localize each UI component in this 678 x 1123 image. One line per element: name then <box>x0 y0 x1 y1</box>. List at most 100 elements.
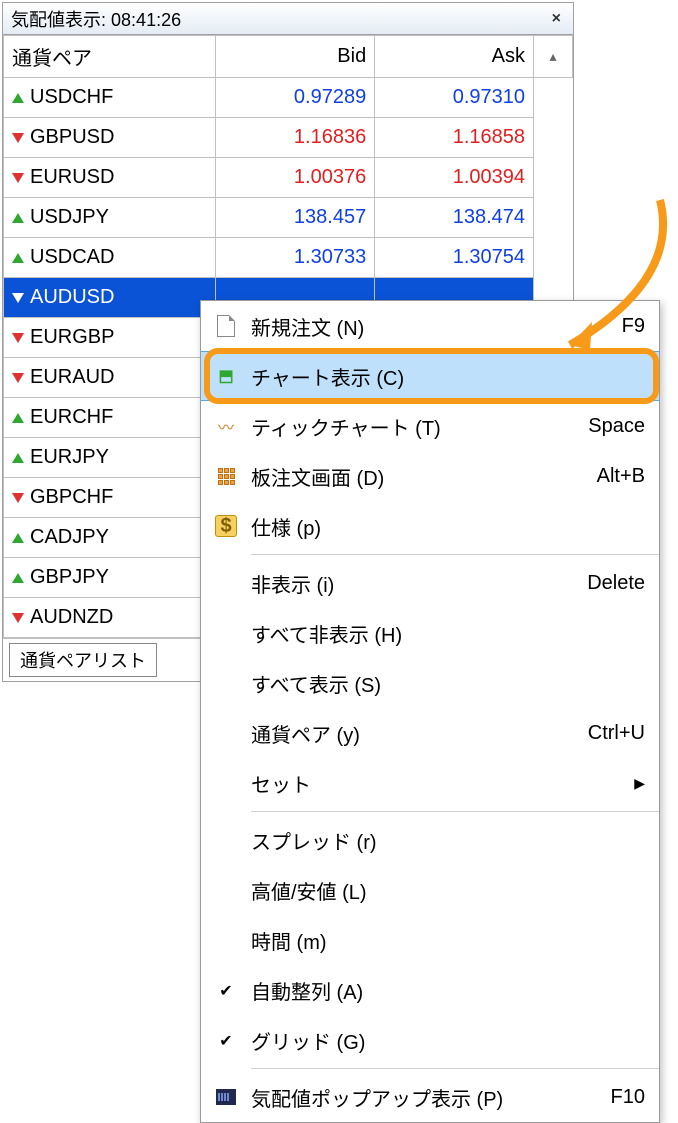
menu-label: 新規注文 (N) <box>251 312 612 341</box>
bid-cell: 1.30733 <box>216 238 375 278</box>
menu-icon-slot <box>201 315 251 337</box>
pair-cell: AUDNZD <box>4 598 216 638</box>
pair-cell: EURAUD <box>4 358 216 398</box>
context-menu: 新規注文 (N) F9 ⬒ チャート表示 (C) 〰ティックチャート (T)Space板… <box>200 300 660 1123</box>
tab-pair-list[interactable]: 通貨ペアリスト <box>9 643 157 677</box>
pair-cell: USDJPY <box>4 198 216 238</box>
arrow-down-icon <box>12 133 24 143</box>
menu-label: 高値/安値 (L) <box>251 876 635 905</box>
title-time: 08:41:26 <box>111 10 181 30</box>
col-ask[interactable]: Ask <box>375 36 534 78</box>
menu-icon-slot <box>201 468 251 485</box>
menu-separator <box>251 1068 659 1069</box>
pair-cell: GBPCHF <box>4 478 216 518</box>
check-icon <box>219 979 232 1002</box>
menu-icon-slot <box>201 979 251 1002</box>
symbol-label: EURUSD <box>30 166 114 188</box>
menu-item[interactable]: セット▶ <box>201 758 659 808</box>
menu-item[interactable]: 〰ティックチャート (T)Space <box>201 401 659 451</box>
menu-item[interactable]: 高値/安値 (L) <box>201 865 659 915</box>
menu-item[interactable]: ⬒ チャート表示 (C) <box>201 351 659 401</box>
arrow-down-icon <box>12 493 24 503</box>
arrow-up-icon <box>12 213 24 223</box>
check-icon <box>219 1029 232 1052</box>
menu-item[interactable]: スプレッド (r) <box>201 815 659 865</box>
menu-label: スプレッド (r) <box>251 826 635 855</box>
chart-icon: ⬒ <box>215 365 237 387</box>
menu-shortcut: Alt+B <box>597 465 645 488</box>
menu-item[interactable]: すべて表示 (S) <box>201 658 659 708</box>
menu-item[interactable]: 自動整列 (A) <box>201 965 659 1015</box>
bid-cell: 0.97289 <box>216 78 375 118</box>
window-title: 気配値表示: 08:41:26 <box>11 6 181 32</box>
bid-cell: 138.457 <box>216 198 375 238</box>
menu-item[interactable]: グリッド (G) <box>201 1015 659 1065</box>
pair-cell: USDCAD <box>4 238 216 278</box>
table-row[interactable]: EURUSD 1.003761.00394 <box>4 158 573 198</box>
menu-item[interactable]: $仕様 (p) <box>201 501 659 551</box>
submenu-arrow-icon: ▶ <box>634 775 645 792</box>
menu-icon-slot <box>201 1029 251 1052</box>
pair-cell: EURGBP <box>4 318 216 358</box>
menu-icon-slot: 〰 <box>201 415 251 437</box>
menu-label: すべて表示 (S) <box>251 669 635 698</box>
menu-item[interactable]: すべて非表示 (H) <box>201 608 659 658</box>
menu-item[interactable]: 新規注文 (N) F9 <box>201 301 659 351</box>
menu-icon-slot <box>201 1089 251 1105</box>
symbol-label: GBPCHF <box>30 486 113 508</box>
pair-cell: USDCHF <box>4 78 216 118</box>
ask-cell: 1.00394 <box>375 158 534 198</box>
arrow-down-icon <box>12 613 24 623</box>
menu-label: 気配値ポップアップ表示 (P) <box>251 1083 601 1112</box>
menu-item[interactable]: 気配値ポップアップ表示 (P) F10 <box>201 1072 659 1122</box>
arrow-up-icon <box>12 253 24 263</box>
scrollbar[interactable]: ▴ <box>534 36 573 78</box>
menu-item[interactable]: 通貨ペア (y)Ctrl+U <box>201 708 659 758</box>
menu-separator <box>251 811 659 812</box>
symbol-label: GBPUSD <box>30 126 114 148</box>
menu-label: 時間 (m) <box>251 926 635 955</box>
arrow-up-icon <box>12 93 24 103</box>
bid-cell: 1.00376 <box>216 158 375 198</box>
menu-shortcut: Ctrl+U <box>588 722 645 745</box>
new-order-icon <box>217 315 235 337</box>
depth-icon <box>218 468 235 485</box>
col-pair[interactable]: 通貨ペア <box>4 36 216 78</box>
pair-cell: EURJPY <box>4 438 216 478</box>
symbol-label: EURJPY <box>30 446 109 468</box>
titlebar: 気配値表示: 08:41:26 × <box>3 3 573 35</box>
symbol-label: EURCHF <box>30 406 113 428</box>
pair-cell: GBPUSD <box>4 118 216 158</box>
menu-label: 自動整列 (A) <box>251 976 635 1005</box>
table-row[interactable]: USDCHF0.972890.97310 <box>4 78 573 118</box>
menu-item[interactable]: 時間 (m) <box>201 915 659 965</box>
menu-shortcut: Delete <box>587 572 645 595</box>
symbol-label: GBPJPY <box>30 566 109 588</box>
menu-label: チャート表示 (C) <box>251 362 635 391</box>
menu-shortcut: F10 <box>611 1086 645 1109</box>
close-icon[interactable]: × <box>548 10 565 28</box>
menu-separator <box>251 554 659 555</box>
menu-shortcut: F9 <box>622 315 645 338</box>
arrow-up-icon <box>12 453 24 463</box>
menu-label: すべて非表示 (H) <box>251 619 635 648</box>
menu-item[interactable]: 非表示 (i) Delete <box>201 558 659 608</box>
pair-cell: EURUSD <box>4 158 216 198</box>
header-row: 通貨ペア Bid Ask ▴ <box>4 36 573 78</box>
spec-icon: $ <box>215 515 237 537</box>
symbol-label: USDJPY <box>30 206 109 228</box>
symbol-label: AUDUSD <box>30 286 114 308</box>
symbol-label: USDCHF <box>30 86 113 108</box>
scroll-up-icon[interactable]: ▴ <box>542 42 564 71</box>
col-bid[interactable]: Bid <box>216 36 375 78</box>
menu-label: ティックチャート (T) <box>251 412 578 441</box>
table-row[interactable]: GBPUSD1.168361.16858 <box>4 118 573 158</box>
table-row[interactable]: USDJPY138.457138.474 <box>4 198 573 238</box>
ask-cell: 1.30754 <box>375 238 534 278</box>
menu-label: 非表示 (i) <box>251 569 577 598</box>
ask-cell: 1.16858 <box>375 118 534 158</box>
symbol-label: AUDNZD <box>30 606 113 628</box>
table-row[interactable]: USDCAD1.307331.30754 <box>4 238 573 278</box>
menu-item[interactable]: 板注文画面 (D)Alt+B <box>201 451 659 501</box>
arrow-down-icon <box>12 293 24 303</box>
